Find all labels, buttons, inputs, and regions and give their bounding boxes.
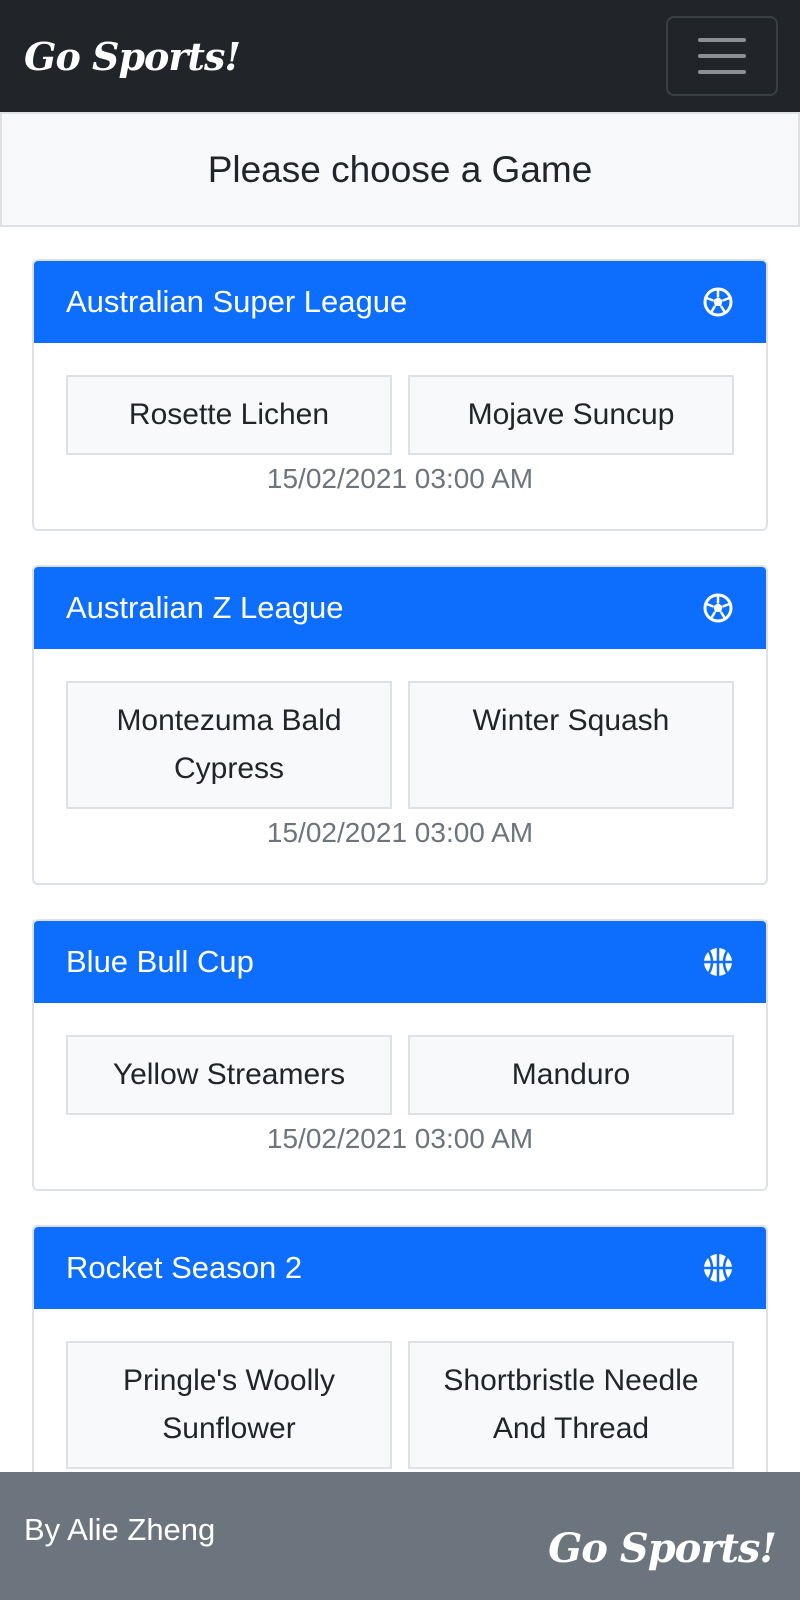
top-navbar: Go Sports! (0, 0, 800, 112)
game-card: Blue Bull Cup Yellow Streamers Manduro 1… (32, 919, 768, 1191)
game-card-header: Australian Z League (34, 567, 766, 649)
team-a-button[interactable]: Pringle's Woolly Sunflower (66, 1341, 392, 1469)
footer-brand-logo[interactable]: Go Sports! (548, 1525, 777, 1572)
game-card: Rocket Season 2 Pringle's Woolly Sunflow… (32, 1225, 768, 1513)
basketball-icon (704, 1254, 732, 1282)
league-name: Australian Z League (66, 590, 344, 625)
game-card: Australian Super League Rosette Lichen M… (32, 259, 768, 531)
page-footer: By Alie Zheng Go Sports! (0, 1472, 800, 1600)
team-b-button[interactable]: Shortbristle Needle And Thread (408, 1341, 734, 1469)
hamburger-icon-bar (698, 70, 746, 74)
league-name: Rocket Season 2 (66, 1250, 303, 1285)
brand-logo[interactable]: Go Sports! (24, 34, 241, 79)
team-a-button[interactable]: Yellow Streamers (66, 1035, 392, 1115)
league-name: Australian Super League (66, 284, 408, 319)
game-card-header: Blue Bull Cup (34, 921, 766, 1003)
game-list: Australian Super League Rosette Lichen M… (0, 227, 800, 1513)
game-date: 15/02/2021 03:00 AM (266, 463, 534, 494)
footer-byline: By Alie Zheng (24, 1512, 216, 1547)
teams-row: Montezuma Bald Cypress Winter Squash (66, 681, 734, 809)
soccer-ball-icon (703, 287, 733, 317)
game-card: Australian Z League Montezuma Bald Cypre… (32, 565, 768, 885)
hamburger-icon-bar (698, 38, 746, 42)
team-b-button[interactable]: Manduro (408, 1035, 734, 1115)
basketball-icon (704, 948, 732, 976)
teams-row: Pringle's Woolly Sunflower Shortbristle … (66, 1341, 734, 1469)
page-title: Please choose a Game (0, 112, 800, 227)
game-date: 15/02/2021 03:00 AM (266, 817, 534, 848)
team-a-button[interactable]: Rosette Lichen (66, 375, 392, 455)
league-name: Blue Bull Cup (66, 944, 254, 979)
soccer-ball-icon (703, 593, 733, 623)
teams-row: Rosette Lichen Mojave Suncup (66, 375, 734, 455)
teams-row: Yellow Streamers Manduro (66, 1035, 734, 1115)
hamburger-icon-bar (698, 54, 746, 58)
game-card-header: Rocket Season 2 (34, 1227, 766, 1309)
menu-toggle-button[interactable] (666, 16, 778, 96)
team-b-button[interactable]: Mojave Suncup (408, 375, 734, 455)
game-card-body: Yellow Streamers Manduro 15/02/2021 03:0… (34, 1003, 766, 1189)
game-card-header: Australian Super League (34, 261, 766, 343)
game-card-body: Rosette Lichen Mojave Suncup 15/02/2021 … (34, 343, 766, 529)
game-date: 15/02/2021 03:00 AM (266, 1123, 534, 1154)
team-a-button[interactable]: Montezuma Bald Cypress (66, 681, 392, 809)
team-b-button[interactable]: Winter Squash (408, 681, 734, 809)
game-card-body: Montezuma Bald Cypress Winter Squash 15/… (34, 649, 766, 883)
